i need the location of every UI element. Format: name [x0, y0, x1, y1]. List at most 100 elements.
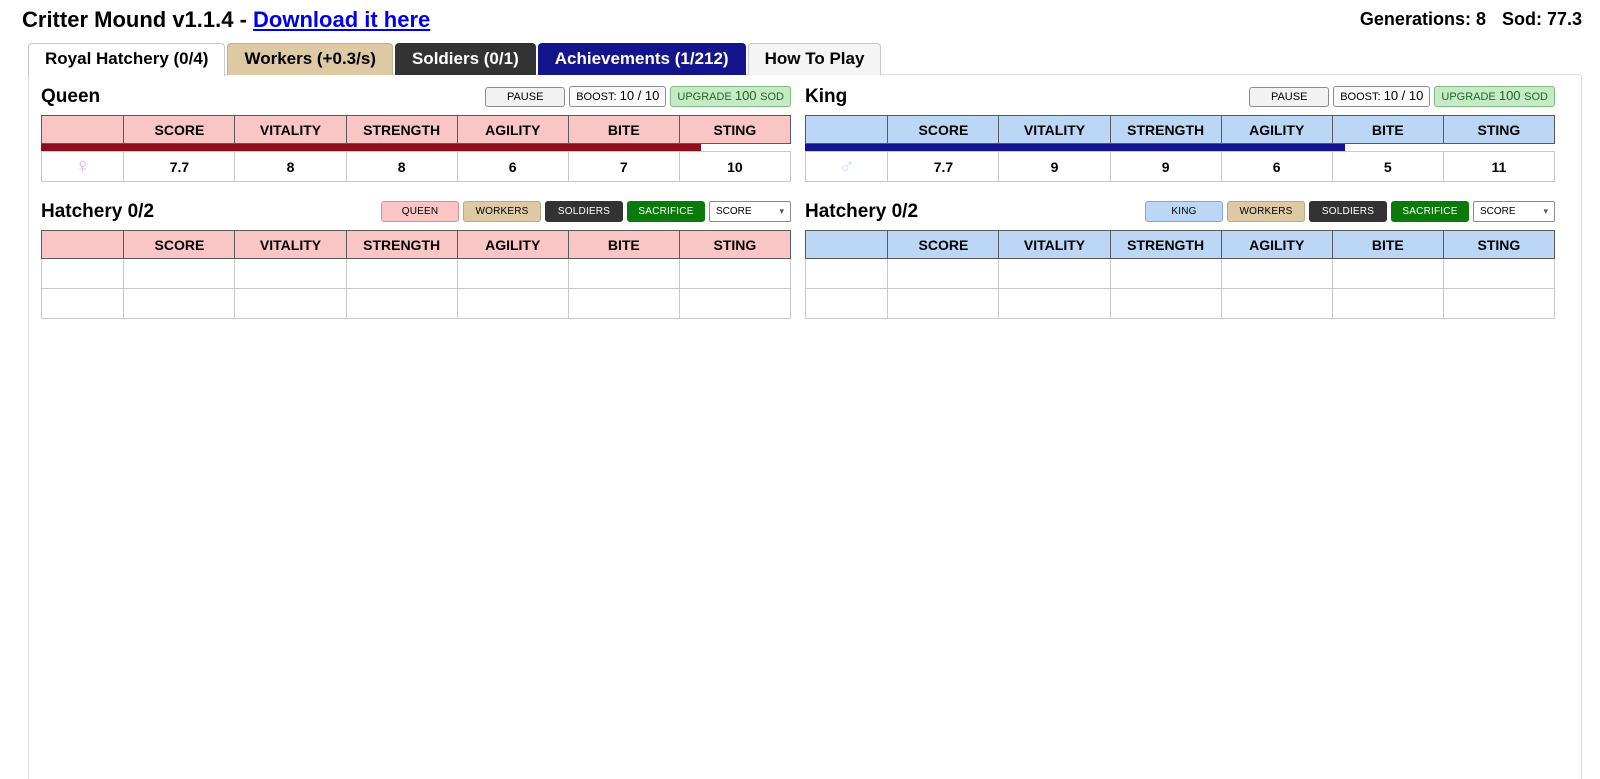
tab-how-to-play[interactable]: How To Play: [747, 43, 882, 75]
promote-king-button[interactable]: KING: [1145, 201, 1223, 222]
sort-select-right[interactable]: SCORE ▾: [1473, 201, 1555, 222]
cell: [1220, 288, 1333, 319]
king-boost-label: BOOST:: [1340, 91, 1384, 103]
king-strength-value: 9: [1109, 151, 1222, 182]
king-sting-value: 11: [1442, 151, 1556, 182]
cell: [1220, 258, 1333, 289]
queen-progress-track: [41, 144, 791, 151]
queen-boost-button[interactable]: BOOST: 10 / 10: [569, 86, 667, 107]
col-head-icon: [40, 230, 125, 259]
cell: [678, 258, 792, 289]
table-row[interactable]: [804, 258, 1556, 289]
table-row[interactable]: [40, 288, 792, 319]
royal-columns: Queen PAUSE BOOST: 10 / 10 UPGRADE 100 S…: [40, 85, 1569, 319]
cell: [998, 288, 1111, 319]
queen-boost-label: BOOST:: [576, 91, 620, 103]
king-controls: PAUSE BOOST: 10 / 10 UPGRADE 100 SOD: [1249, 86, 1555, 107]
king-progress-fill: [805, 144, 1345, 151]
hatchery-right-header: Hatchery 0/2 KING WORKERS SOLDIERS SACRI…: [805, 200, 1555, 228]
queen-pause-button[interactable]: PAUSE: [485, 86, 566, 107]
col-head-strength: STRENGTH: [345, 230, 458, 259]
queen-score-value: 7.7: [123, 151, 236, 182]
king-upgrade-cost: 100: [1498, 88, 1525, 103]
hatchery-right-controls: KING WORKERS SOLDIERS SACRIFICE SCORE ▾: [1145, 201, 1555, 222]
table-header-row: SCORE VITALITY STRENGTH AGILITY BITE STI…: [804, 230, 1556, 259]
cell: [998, 258, 1111, 289]
assign-soldiers-button-right[interactable]: SOLDIERS: [1309, 201, 1387, 222]
tab-royal-hatchery[interactable]: Royal Hatchery (0/4): [28, 43, 226, 76]
king-upgrade-currency: SOD: [1524, 91, 1548, 103]
table-row[interactable]: ♂ 7.7 9 9 6 5 11: [804, 151, 1556, 182]
cell: [1331, 258, 1444, 289]
table-row[interactable]: ♀ 7.7 8 8 6 7 10: [40, 151, 792, 182]
assign-soldiers-button-left[interactable]: SOLDIERS: [545, 201, 623, 222]
cell: [40, 258, 125, 289]
king-avatar: ♂: [804, 151, 889, 182]
col-head-agility: AGILITY: [1220, 230, 1333, 259]
page-title: Critter Mound v1.1.4 - Download it here: [22, 7, 430, 33]
table-header-row: SCORE VITALITY STRENGTH AGILITY BITE STI…: [40, 230, 792, 259]
queen-boost-value: 10 / 10: [619, 88, 660, 103]
king-pause-button[interactable]: PAUSE: [1249, 86, 1330, 107]
cell: [456, 288, 569, 319]
promote-queen-button[interactable]: QUEEN: [381, 201, 459, 222]
tab-soldiers[interactable]: Soldiers (0/1): [394, 43, 536, 75]
generations-counter: Generations: 8: [1359, 9, 1486, 29]
table-row[interactable]: [804, 288, 1556, 319]
queen-progress-fill: [41, 144, 701, 151]
cell: [1109, 288, 1222, 319]
col-head-agility: AGILITY: [456, 230, 569, 259]
cell: [123, 288, 236, 319]
cell: [887, 288, 1000, 319]
col-head-icon: [804, 230, 889, 259]
cell: [804, 258, 889, 289]
download-link[interactable]: Download it here: [253, 7, 430, 32]
king-boost-value: 10 / 10: [1383, 88, 1424, 103]
col-head-sting: STING: [1442, 115, 1556, 144]
tab-workers[interactable]: Workers (+0.3/s): [227, 43, 393, 75]
table-header-row: SCORE VITALITY STRENGTH AGILITY BITE STI…: [40, 115, 792, 144]
col-head-strength: STRENGTH: [345, 115, 458, 144]
hatchery-right-table: SCORE VITALITY STRENGTH AGILITY BITE STI…: [804, 230, 1556, 319]
col-head-bite: BITE: [1331, 115, 1444, 144]
sod-counter: Sod: 77.3: [1501, 9, 1582, 29]
king-vitality-value: 9: [998, 151, 1111, 182]
col-head-sting: STING: [678, 115, 792, 144]
tab-bar: Royal Hatchery (0/4) Workers (+0.3/s) Sold…: [0, 42, 1600, 76]
col-head-icon: [804, 115, 889, 144]
assign-workers-button-right[interactable]: WORKERS: [1227, 201, 1305, 222]
queen-controls: PAUSE BOOST: 10 / 10 UPGRADE 100 SOD: [485, 86, 791, 107]
hatchery-left-table: SCORE VITALITY STRENGTH AGILITY BITE STI…: [40, 230, 792, 319]
sort-select-left[interactable]: SCORE ▾: [709, 201, 791, 222]
queen-upgrade-button[interactable]: UPGRADE 100 SOD: [670, 86, 791, 107]
king-stats-table: ♂ 7.7 9 9 6 5 11: [804, 151, 1556, 182]
cell: [567, 258, 680, 289]
queen-upgrade-cost: 100: [734, 88, 761, 103]
queen-header-table: SCORE VITALITY STRENGTH AGILITY BITE STI…: [40, 115, 792, 144]
king-section-header: King PAUSE BOOST: 10 / 10 UPGRADE 100 SO…: [805, 85, 1555, 113]
king-upgrade-button[interactable]: UPGRADE 100 SOD: [1434, 86, 1555, 107]
sort-select-left-value: SCORE: [716, 206, 752, 217]
queen-vitality-value: 8: [234, 151, 347, 182]
cell: [234, 288, 347, 319]
cell: [123, 258, 236, 289]
hatchery-right-section: Hatchery 0/2 KING WORKERS SOLDIERS SACRI…: [804, 200, 1556, 319]
cell: [1442, 288, 1556, 319]
sacrifice-button-right[interactable]: SACRIFICE: [1391, 201, 1469, 222]
queen-column: Queen PAUSE BOOST: 10 / 10 UPGRADE 100 S…: [40, 85, 792, 319]
table-row[interactable]: [40, 258, 792, 289]
app-title-text: Critter Mound v1.1.4 -: [22, 7, 254, 32]
sacrifice-button-left[interactable]: SACRIFICE: [627, 201, 705, 222]
tab-achievements[interactable]: Achievements (1/212): [537, 43, 746, 75]
king-progress-track: [805, 144, 1555, 151]
col-head-score: SCORE: [887, 115, 1000, 144]
sort-select-right-value: SCORE: [1480, 206, 1516, 217]
king-boost-button[interactable]: BOOST: 10 / 10: [1333, 86, 1431, 107]
col-head-bite: BITE: [1331, 230, 1444, 259]
queen-bite-value: 7: [567, 151, 680, 182]
assign-workers-button-left[interactable]: WORKERS: [463, 201, 541, 222]
queen-upgrade-label: UPGRADE: [677, 91, 735, 103]
king-agility-value: 6: [1220, 151, 1333, 182]
cell: [234, 258, 347, 289]
table-header-row: SCORE VITALITY STRENGTH AGILITY BITE STI…: [804, 115, 1556, 144]
